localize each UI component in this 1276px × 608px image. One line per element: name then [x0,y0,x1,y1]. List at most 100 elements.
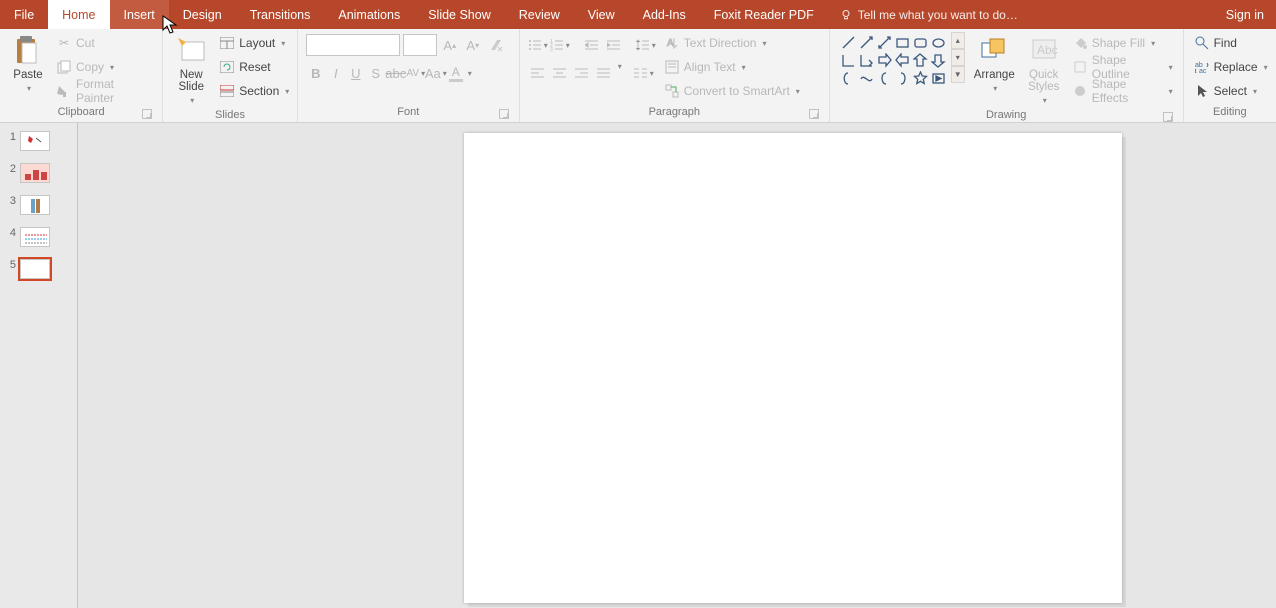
increase-indent-button[interactable] [604,34,624,56]
convert-smartart-label: Convert to SmartArt [684,84,790,98]
align-text-label: Align Text [684,60,736,74]
align-left-button[interactable] [528,62,548,84]
select-label: Select [1214,84,1247,98]
cut-button[interactable]: ✂Cut [54,32,154,54]
align-text-button[interactable]: Align Text▾ [662,56,802,78]
tab-file[interactable]: File [0,0,48,29]
align-right-button[interactable] [572,62,592,84]
justify-button[interactable] [594,62,614,84]
convert-smartart-button[interactable]: Convert to SmartArt▾ [662,80,802,102]
copy-label: Copy [76,60,104,74]
expand-gallery-icon[interactable]: ▼ [951,66,965,83]
paste-button[interactable]: Paste ▾ [8,32,48,95]
search-icon [1194,35,1210,51]
tab-animations[interactable]: Animations [324,0,414,29]
font-color-button[interactable]: A [446,62,466,84]
tab-home[interactable]: Home [48,0,109,29]
font-group-label: Font [397,106,419,118]
slide-thumbnail-4[interactable] [20,227,50,247]
replace-icon: abac [1194,59,1210,75]
svg-text:A: A [667,38,674,49]
tab-insert[interactable]: Insert [110,0,169,29]
slide-canvas[interactable] [464,133,1122,603]
tab-slideshow[interactable]: Slide Show [414,0,505,29]
tab-addins[interactable]: Add-Ins [629,0,700,29]
dialog-launcher-icon[interactable] [1163,112,1173,122]
slide-thumbnail-pane[interactable]: 1 2 3 4 5 [0,123,78,608]
group-editing: Find abacReplace▾ Select▾ Editing [1184,29,1276,122]
columns-button[interactable]: ▾ [634,62,654,84]
section-label: Section [239,84,279,98]
line-spacing-button[interactable]: ▾ [636,34,656,56]
paste-label: Paste [13,69,42,81]
thumb-number: 5 [8,259,16,271]
svg-text:3: 3 [550,47,553,51]
shape-fill-button[interactable]: Shape Fill▾ [1070,32,1175,54]
bold-button[interactable]: B [306,62,326,84]
slide-thumbnail-1[interactable] [20,131,50,151]
dialog-launcher-icon[interactable] [809,109,819,119]
slide-thumbnail-3[interactable] [20,195,50,215]
thumb-number: 1 [8,131,16,143]
font-family-input[interactable] [306,34,400,56]
scroll-up-icon[interactable]: ▴ [951,32,965,49]
slide-thumbnail-5[interactable] [20,259,50,279]
replace-button[interactable]: abacReplace▾ [1192,56,1270,78]
ribbon: Paste ▾ ✂Cut Copy▾ Format Painter Clipbo… [0,29,1276,123]
shapes-scroll[interactable]: ▴ ▾ ▼ [951,32,965,89]
increase-font-button[interactable]: A▴ [440,34,460,56]
tab-transitions[interactable]: Transitions [236,0,325,29]
dialog-launcher-icon[interactable] [142,109,152,119]
decrease-font-button[interactable]: A▾ [463,34,483,56]
tab-design[interactable]: Design [169,0,236,29]
new-slide-button[interactable]: New Slide▾ [171,32,211,107]
italic-button[interactable]: I [326,62,346,84]
layout-button[interactable]: Layout▾ [217,32,291,54]
find-button[interactable]: Find [1192,32,1270,54]
effects-icon [1072,83,1088,99]
shapes-gallery[interactable] [838,32,949,89]
group-font: A▴ A▾ B I U S abc AV▾ Aa▾ A▾ Font [298,29,520,122]
tab-review[interactable]: Review [505,0,574,29]
slide-thumbnail-2[interactable] [20,163,50,183]
thumb-number: 2 [8,163,16,175]
font-size-input[interactable] [403,34,437,56]
arrange-icon [978,34,1010,66]
change-case-button[interactable]: Aa▾ [426,62,446,84]
shadow-button[interactable]: S [366,62,386,84]
arrange-button[interactable]: Arrange▾ [971,32,1018,95]
group-clipboard: Paste ▾ ✂Cut Copy▾ Format Painter Clipbo… [0,29,163,122]
quick-styles-button[interactable]: Abc Quick Styles▾ [1024,32,1064,107]
underline-button[interactable]: U [346,62,366,84]
sign-in-link[interactable]: Sign in [1214,0,1276,29]
clear-format-button[interactable] [486,34,506,56]
bullets-button[interactable]: ▾ [528,34,548,56]
numbering-button[interactable]: 123▾ [550,34,570,56]
shape-effects-label: Shape Effects [1092,77,1163,105]
strike-button[interactable]: abc [386,62,406,84]
format-painter-button[interactable]: Format Painter [54,80,154,102]
decrease-indent-button[interactable] [582,34,602,56]
lightbulb-icon [840,9,852,21]
shape-effects-button[interactable]: Shape Effects▾ [1070,80,1175,102]
scroll-down-icon[interactable]: ▾ [951,49,965,66]
slide-canvas-area[interactable] [78,123,1276,608]
select-button[interactable]: Select▾ [1192,80,1270,102]
format-painter-label: Format Painter [76,77,152,105]
char-spacing-button[interactable]: AV▾ [406,62,426,84]
tab-foxit[interactable]: Foxit Reader PDF [700,0,828,29]
copy-button[interactable]: Copy▾ [54,56,154,78]
text-direction-button[interactable]: AText Direction▾ [662,32,802,54]
tab-view[interactable]: View [574,0,629,29]
paragraph-group-label: Paragraph [649,106,700,118]
smartart-icon [664,83,680,99]
replace-label: Replace [1214,60,1258,74]
tell-me-search[interactable]: Tell me what you want to do… [840,0,1018,29]
dialog-launcher-icon[interactable] [499,109,509,119]
section-button[interactable]: Section▾ [217,80,291,102]
reset-button[interactable]: Reset [217,56,291,78]
shape-outline-button[interactable]: Shape Outline▾ [1070,56,1175,78]
layout-label: Layout [239,36,275,50]
align-center-button[interactable] [550,62,570,84]
arrange-label: Arrange [974,69,1015,81]
